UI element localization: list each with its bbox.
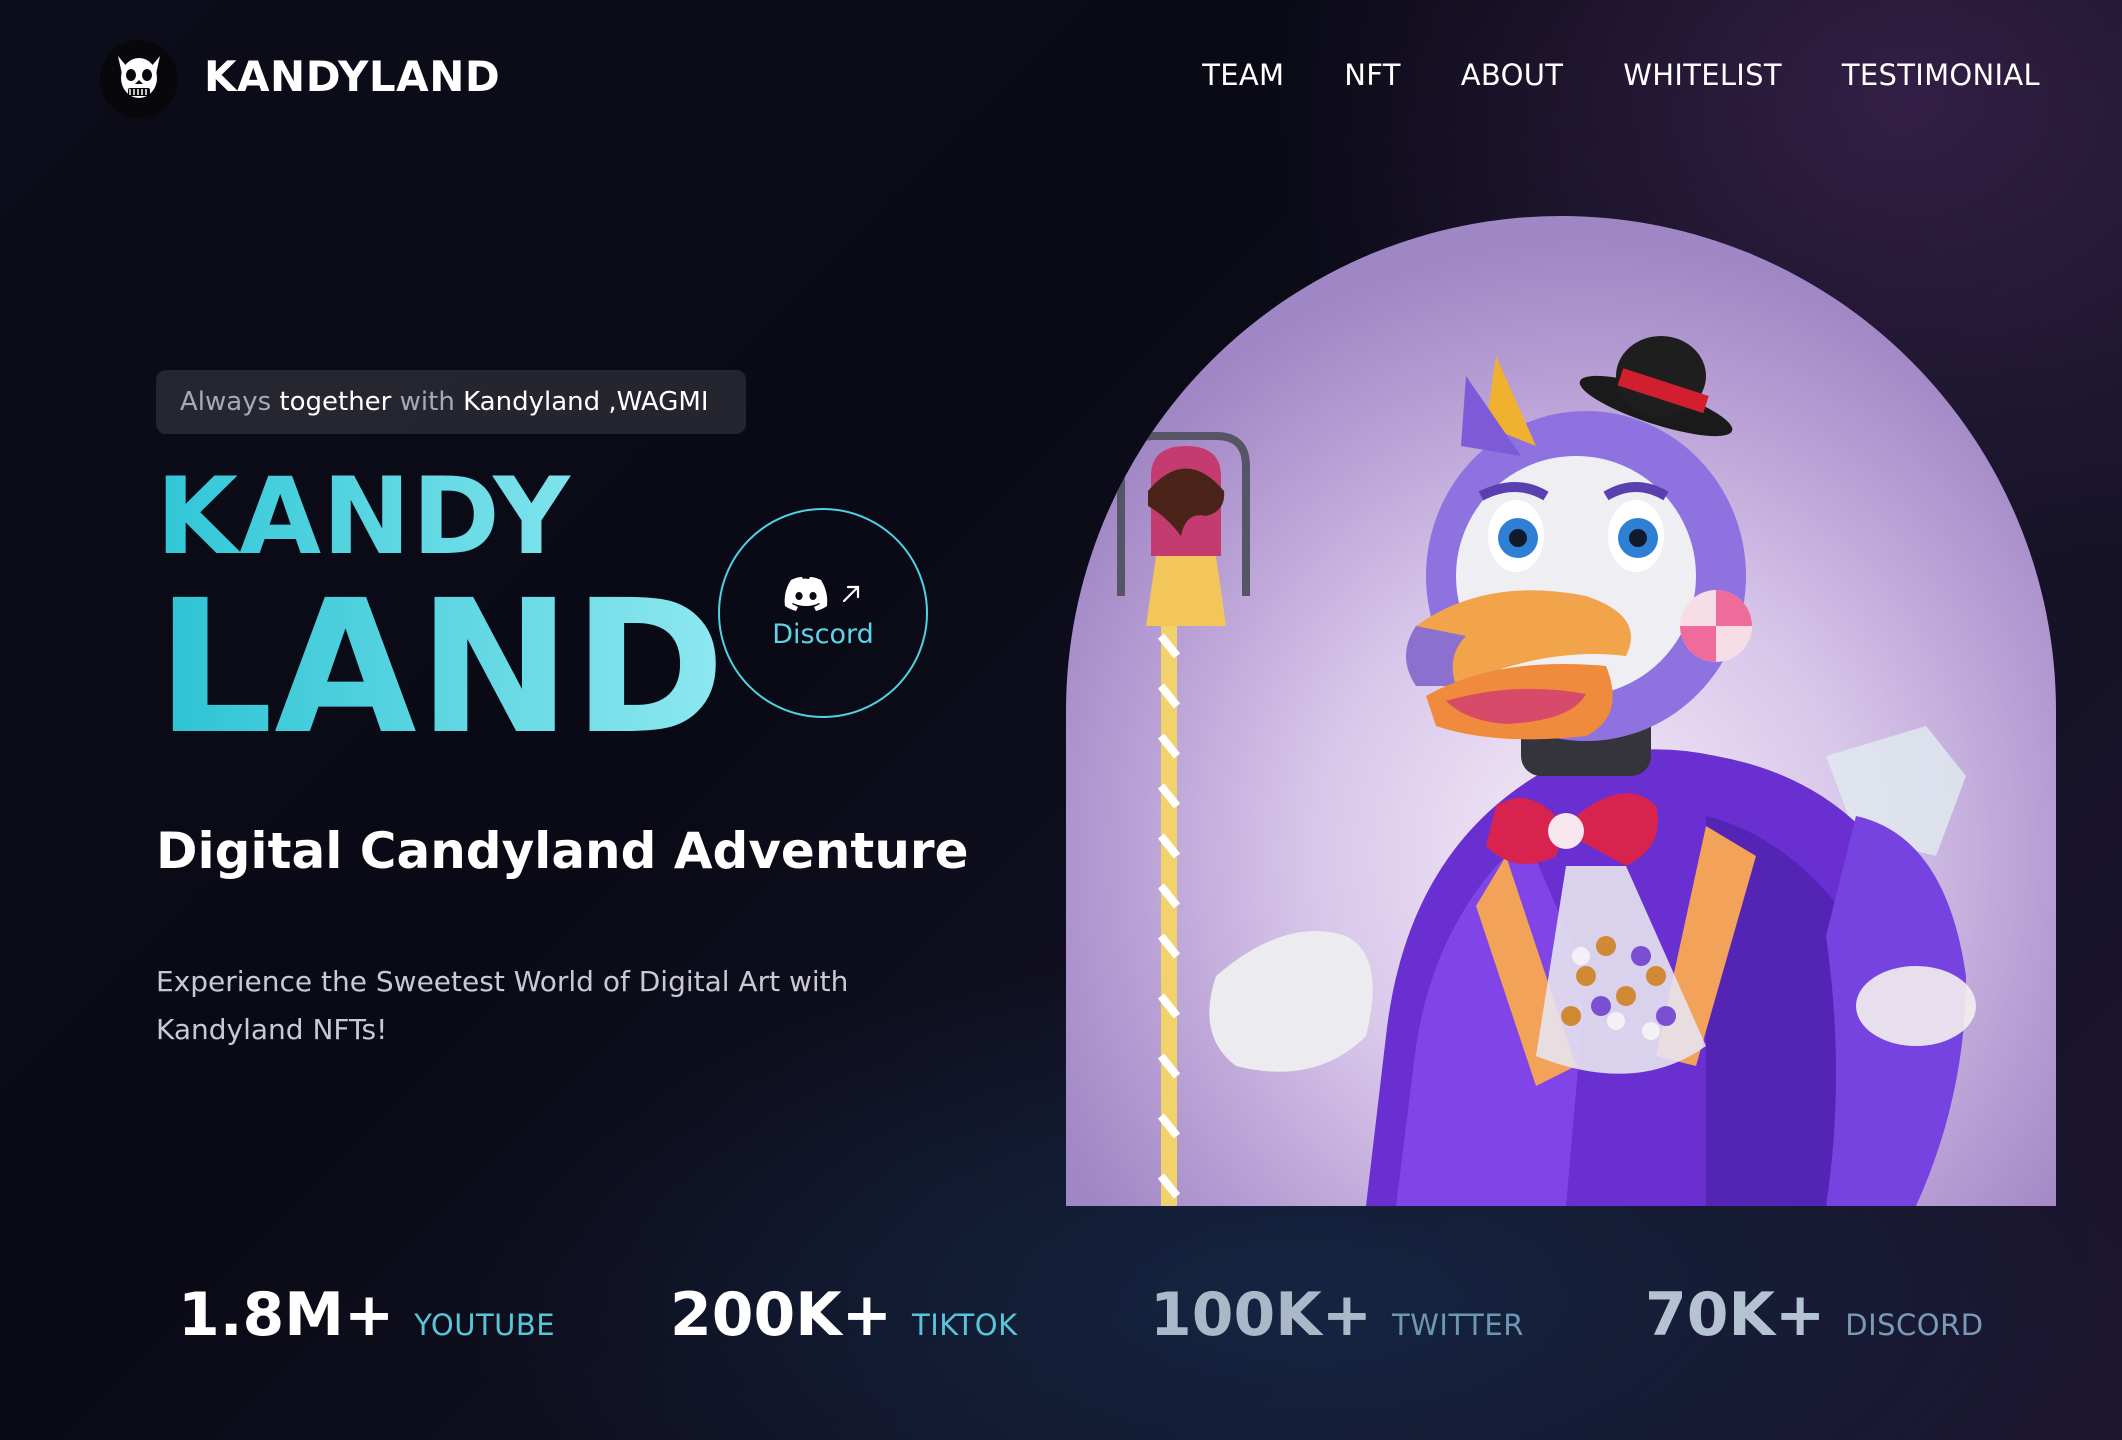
stat-twitter: 100K+ TWITTER (1150, 1280, 1524, 1350)
brand-logo[interactable] (100, 40, 178, 118)
stat-tiktok: 200K+ TIKTOK (670, 1280, 1018, 1350)
stat-youtube: 1.8M+ YOUTUBE (178, 1280, 555, 1350)
main-nav: TEAM NFT ABOUT WHITELIST TESTIMONIAL (1202, 58, 2040, 92)
nav-about[interactable]: ABOUT (1461, 58, 1564, 92)
site-header: KANDYLAND TEAM NFT ABOUT WHITELIST TESTI… (0, 0, 2122, 160)
discord-button-icons (784, 576, 862, 611)
stats-bar: 1.8M+ YOUTUBE 200K+ TIKTOK 100K+ TWITTER… (0, 1280, 2122, 1360)
tagline-part-3: with (391, 387, 455, 417)
discord-button-label: Discord (772, 618, 874, 650)
discord-icon (784, 576, 828, 611)
arrow-up-right-icon (842, 585, 860, 602)
bird-mascot-illustration (1117, 336, 1976, 1206)
stat-value: 1.8M+ (178, 1280, 395, 1350)
tagline-part-2: together (271, 387, 392, 417)
stat-value: 70K+ (1645, 1280, 1826, 1350)
hero-subtitle: Digital Candyland Adventure (156, 822, 969, 880)
stat-label: TWITTER (1392, 1308, 1524, 1342)
tagline-badge: Always together with Kandyland ,WAGMI (156, 370, 746, 434)
skull-mascot-icon (118, 56, 160, 98)
stat-label: DISCORD (1845, 1308, 1984, 1342)
stat-value: 200K+ (670, 1280, 893, 1350)
tagline-part-1: Always (180, 387, 272, 417)
stat-label: YOUTUBE (414, 1308, 556, 1342)
discord-button[interactable]: Discord (718, 508, 928, 718)
nav-testimonial[interactable]: TESTIMONIAL (1842, 58, 2040, 92)
nav-team[interactable]: TEAM (1202, 58, 1284, 92)
hero-description: Experience the Sweetest World of Digital… (156, 965, 849, 1046)
brand-name[interactable]: KANDYLAND (204, 52, 500, 101)
tagline-part-4: Kandyland ,WAGMI (454, 387, 709, 417)
nav-nft[interactable]: NFT (1344, 58, 1400, 92)
stat-label: TIKTOK (912, 1308, 1018, 1342)
hero-image (1066, 216, 2056, 1206)
stat-discord: 70K+ DISCORD (1645, 1280, 1984, 1350)
hero-title-line-1: KANDY (156, 455, 571, 578)
stat-value: 100K+ (1150, 1280, 1373, 1350)
hero-title-line-2: LAND (156, 561, 727, 775)
nav-whitelist[interactable]: WHITELIST (1623, 58, 1782, 92)
